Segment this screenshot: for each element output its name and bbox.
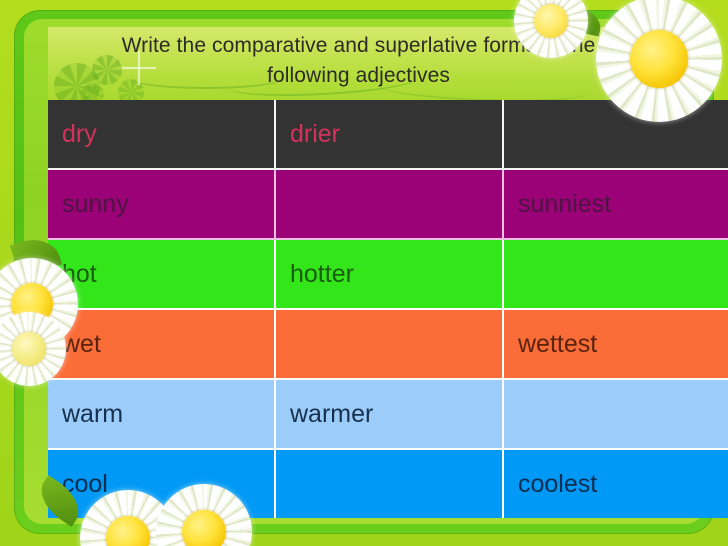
table-row[interactable]: hot hotter [48,240,728,310]
slide-canvas: Write the comparative and superlative fo… [0,0,728,546]
daisy-center [11,331,46,366]
table-row[interactable]: wet wettest [48,310,728,380]
daisy-center [630,30,688,88]
cell-comparative[interactable]: hotter [276,240,504,310]
table-body: dry drier sunny sunniest hot hotter wet … [48,100,728,518]
adjective-forms-table: dry drier sunny sunniest hot hotter wet … [48,100,728,518]
cell-superlative[interactable] [504,380,728,450]
daisy-top-right-large [596,0,722,122]
page-title-line-2: following adjectives [267,64,450,87]
table-row[interactable]: warm warmer [48,380,728,450]
cell-adjective[interactable]: hot [48,240,276,310]
cell-adjective[interactable]: sunny [48,170,276,240]
cell-comparative[interactable]: warmer [276,380,504,450]
table-row[interactable]: sunny sunniest [48,170,728,240]
cell-comparative[interactable] [276,170,504,240]
cell-superlative[interactable]: wettest [504,310,728,380]
cell-superlative[interactable]: sunniest [504,170,728,240]
cell-adjective[interactable]: dry [48,100,276,170]
cell-comparative[interactable] [276,310,504,380]
cell-superlative[interactable]: coolest [504,450,728,518]
cell-adjective[interactable]: wet [48,310,276,380]
cell-comparative[interactable]: drier [276,100,504,170]
daisy-center [533,3,568,38]
cell-adjective[interactable]: warm [48,380,276,450]
cell-comparative[interactable] [276,450,504,518]
cell-superlative[interactable] [504,240,728,310]
